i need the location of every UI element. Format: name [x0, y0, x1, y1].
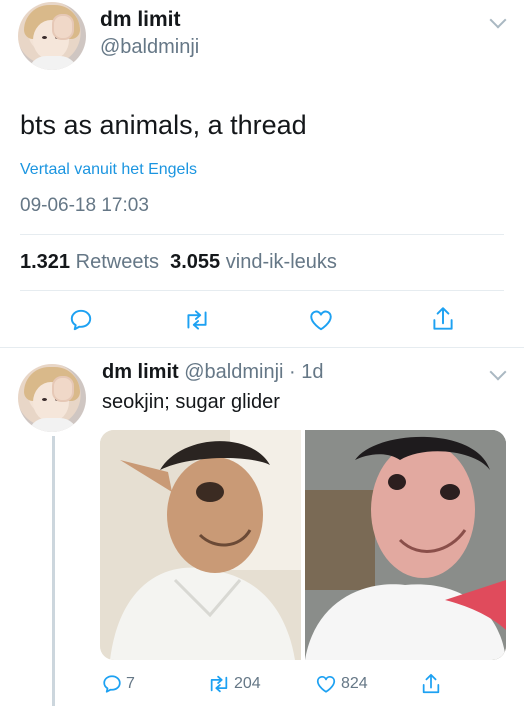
reply-media[interactable]	[100, 430, 506, 660]
reply-icon[interactable]	[68, 307, 94, 333]
reply-author-name[interactable]: dm limit	[102, 361, 179, 383]
share-icon[interactable]	[420, 672, 442, 696]
author-avatar[interactable]	[18, 2, 86, 70]
translate-link[interactable]: Vertaal vanuit het Engels	[20, 161, 197, 179]
mask-photo-illustration	[305, 430, 506, 660]
author-name[interactable]: dm limit	[100, 8, 181, 32]
likes-label: vind-ik-leuks	[225, 251, 337, 273]
reply-author-handle[interactable]: @baldminji	[184, 361, 283, 383]
retweets-label: Retweets	[75, 251, 159, 273]
reply-author-avatar[interactable]	[18, 364, 86, 432]
reply-retweets-count: 204	[234, 675, 261, 692]
retweet-icon[interactable]	[182, 307, 212, 333]
author-handle[interactable]: @baldminji	[100, 36, 199, 59]
media-photo-left[interactable]	[100, 430, 301, 660]
reply-age[interactable]: 1d	[301, 361, 323, 383]
like-icon[interactable]	[307, 307, 335, 333]
like-icon[interactable]	[314, 673, 338, 695]
media-photo-right[interactable]	[305, 430, 506, 660]
likes-count: 3.055	[170, 251, 221, 273]
tweet-actions	[0, 305, 524, 335]
thread-line	[52, 436, 55, 706]
retweet-icon[interactable]	[206, 673, 232, 695]
reply-actions: 7 204 824	[0, 672, 524, 698]
engagement-stats: 1.321 Retweets 3.055 vind-ik-leuks	[20, 251, 337, 274]
tweet-timestamp[interactable]: 09-06-18 17:03	[20, 195, 149, 217]
reply-icon[interactable]	[101, 673, 123, 695]
reply-text: seokjin; sugar glider	[102, 391, 280, 413]
retweets-stat[interactable]: 1.321 Retweets	[20, 251, 159, 273]
divider	[20, 234, 504, 235]
share-icon[interactable]	[430, 305, 456, 333]
reply-replies-count: 7	[126, 675, 135, 692]
divider	[0, 347, 524, 348]
retweets-count: 1.321	[20, 251, 71, 273]
reply-separator: ·	[289, 361, 296, 383]
chevron-down-icon[interactable]	[489, 363, 507, 381]
mask-photo-illustration	[100, 430, 301, 660]
reply-header: dm limit @baldminji · 1d	[102, 361, 324, 384]
tweet-text: bts as animals, a thread	[20, 110, 307, 140]
chevron-down-icon[interactable]	[489, 11, 507, 29]
likes-stat[interactable]: 3.055 vind-ik-leuks	[170, 251, 337, 273]
reply-likes-count: 824	[341, 675, 368, 692]
divider	[20, 290, 504, 291]
